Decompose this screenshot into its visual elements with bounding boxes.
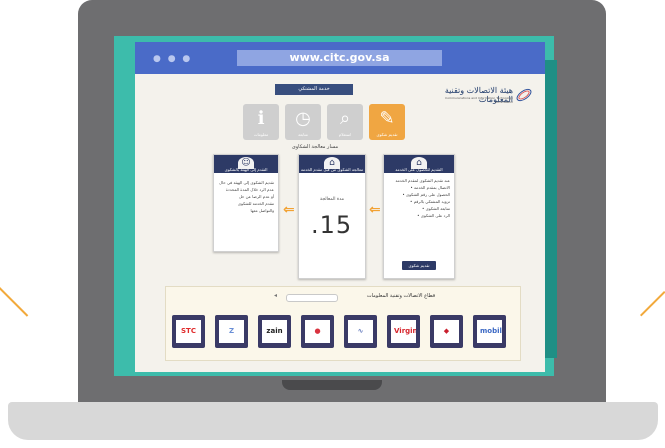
processing-days-number: .15 [311,211,353,239]
service-tile-search[interactable]: ⌕ استعلام [327,104,363,140]
provider-logo-3[interactable]: zain [258,315,291,348]
provider-logo-image: STC [176,320,201,343]
step-card-provider-processing: معالجة الشكوى من قبل مقدم الخدمة ⌂ مدة ا… [298,154,366,279]
provider-logo-4[interactable]: ● [301,315,334,348]
building-icon: ⌂ [324,157,340,169]
provider-logo-image: Z [219,320,244,343]
laptop-hinge [282,380,382,390]
step-card-line: والتواصل معها [250,208,274,213]
provider-logo-8[interactable]: mobily [473,315,506,348]
clock-icon: ◷ [295,108,311,129]
step-card-line: عند تقديم الشكوى لمقدم الخدمة [395,178,450,183]
providers-logo-row: STC Zzain ● ∿ Virgin ◆ mobily [172,315,514,351]
service-tile-complaint[interactable]: ✎ تقديم شكوى [369,104,405,140]
processing-caption: مدة المعالجة [319,197,344,202]
provider-mark: ● [314,327,321,335]
info-icon: ℹ [257,108,265,129]
step-card-line: • الاتصال بمقدم الخدمة [410,185,450,190]
step-card-line: • الرد على الشكوى [417,213,450,218]
dropdown-icon[interactable]: ◂ [274,292,277,299]
providers-search-input[interactable] [286,294,338,302]
service-icons-row: ℹ معلومات ◷ متابعة ⌕ استعلام ✎ تقديم شكوى [243,104,413,144]
browser-window: ● ● ● www.citc.gov.sa هيئة الاتصالات وتق… [135,42,545,372]
decor-line-left-upper [0,287,29,317]
site-logo[interactable]: هيئة الاتصالات وتقنية المعلومات Communic… [435,86,533,104]
step-card-lines: عند تقديم الشكوى لمقدم الخدمة • الاتصال ب… [388,177,450,219]
steps-title: مسار معالجة الشكاوى [291,144,339,150]
step-card-line: أو عدم الرضا عن حل [238,194,274,199]
provider-logo-image: mobily [477,320,502,343]
provider-logo-image: zain [262,320,287,343]
laptop-base [8,402,658,440]
decor-line-right-upper [640,290,665,317]
arrow-left-icon: ⇐ [283,202,295,218]
step-card-line: • متابعة الشكوى [422,206,450,211]
step-card-submit-complaint: التقديم للحصول على الخدمة ⌂ عند تقديم ال… [383,154,455,279]
building-icon: ⌂ [411,157,427,169]
provider-logo-2[interactable]: Z [215,315,248,348]
page-ribbon: خدمة المشتكي [275,84,353,95]
step-card-line: تقديم الشكوى إلى الهيئة في حال [219,180,274,185]
step-card-escalate: التقدم إلى الهيئة بالشكوى ☺ تقديم الشكوى… [213,154,279,252]
step-card-line: عدم الرد خلال المدة المحددة [225,187,274,192]
provider-mark: Virgin [394,327,416,335]
complaint-icon: ✎ [379,108,395,129]
service-tile-info[interactable]: ℹ معلومات [243,104,279,140]
person-icon: ☺ [238,157,254,169]
step-card-line: • تزويد المشتكي بالرقم [410,199,450,204]
browser-toolbar: ● ● ● www.citc.gov.sa [135,42,545,74]
provider-logo-5[interactable]: ∿ [344,315,377,348]
provider-logo-image: ◆ [434,320,459,343]
step-card-line: • الحصول على رقم الشكوى [402,192,450,197]
window-controls[interactable]: ● ● ● [153,54,192,64]
arrow-left-icon: ⇐ [369,202,381,218]
service-tile-label: متابعة [298,132,308,137]
service-tile-label: معلومات [253,132,269,137]
logo-emblem-icon [516,88,532,102]
provider-logo-7[interactable]: ◆ [430,315,463,348]
provider-logo-image: ∿ [348,320,373,343]
search-icon: ⌕ [339,108,351,129]
service-tile-clock[interactable]: ◷ متابعة [285,104,321,140]
provider-mark: ∿ [357,327,364,335]
provider-mark: STC [181,327,196,335]
submit-complaint-button[interactable]: تقديم شكوى [402,261,436,270]
provider-mark: zain [266,327,283,335]
step-card-line: مقدم الخدمة للشكوى [237,201,274,206]
service-tile-label: استعلام [338,132,352,137]
step-card-lines: تقديم الشكوى إلى الهيئة في حال عدم الرد خ… [218,179,274,214]
provider-logo-image: ● [305,320,330,343]
provider-mark: Z [228,327,235,335]
provider-mark: ◆ [443,327,450,335]
address-bar[interactable]: www.citc.gov.sa [237,50,442,66]
service-tile-label: تقديم شكوى [376,132,398,137]
logo-subtitle: Communications and Information Technolog… [445,96,513,104]
provider-logo-image: Virgin [391,320,416,343]
screen-shadow [545,60,557,358]
providers-title: قطاع الاتصالات وتقنية المعلومات [366,293,436,299]
providers-panel: قطاع الاتصالات وتقنية المعلومات ◂ STC Zza… [165,286,521,361]
provider-mark: mobily [480,327,502,335]
provider-logo-6[interactable]: Virgin [387,315,420,348]
provider-logo-1[interactable]: STC [172,315,205,348]
